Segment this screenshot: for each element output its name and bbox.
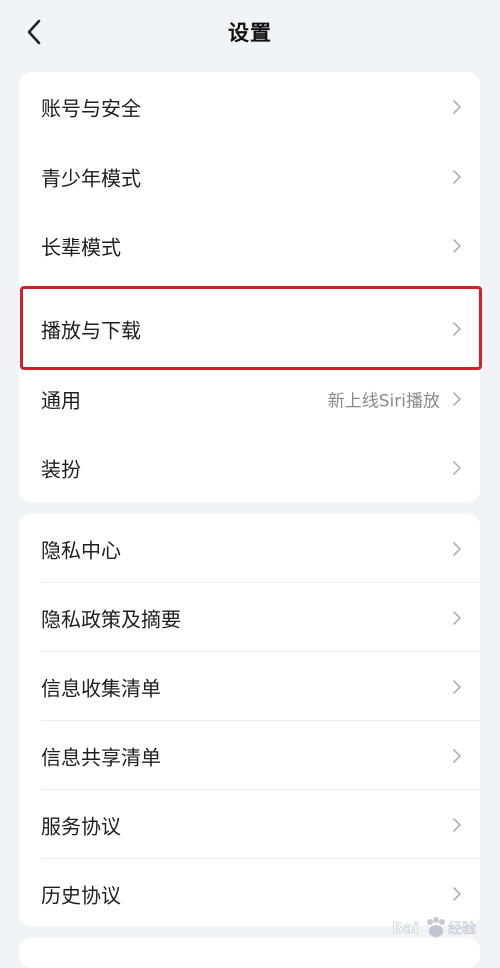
settings-item-privacy-policy[interactable]: 隐私政策及摘要 <box>19 583 480 652</box>
chevron-right-icon <box>453 321 461 336</box>
chevron-right-icon <box>453 817 461 832</box>
settings-item-label: 信息收集清单 <box>41 676 161 700</box>
chevron-right-icon <box>453 748 461 763</box>
chevron-right-icon <box>453 391 461 406</box>
top-bar: 设置 <box>0 0 500 62</box>
settings-group-privacy: 隐私中心 隐私政策及摘要 信息收集清单 信息共享清单 服务协议 历史协议 <box>19 514 480 926</box>
settings-item-teen-mode[interactable]: 青少年模式 <box>19 142 480 211</box>
settings-item-privacy-center[interactable]: 隐私中心 <box>19 514 480 583</box>
chevron-right-icon <box>453 679 461 694</box>
page-title: 设置 <box>228 21 272 45</box>
settings-item-hint: 新上线Siri播放 <box>327 391 440 411</box>
settings-item-playback-download[interactable]: 播放与下载 <box>19 294 480 363</box>
chevron-right-icon <box>453 610 461 625</box>
chevron-right-icon <box>453 541 461 556</box>
chevron-right-icon <box>453 460 461 475</box>
chevron-right-icon <box>453 169 461 184</box>
settings-item-elder-mode[interactable]: 长辈模式 <box>19 211 480 280</box>
settings-item-label: 青少年模式 <box>41 166 141 190</box>
settings-item-label: 服务协议 <box>41 814 121 838</box>
chevron-right-icon <box>453 99 461 114</box>
settings-item-label: 隐私中心 <box>41 538 121 562</box>
chevron-right-icon <box>453 238 461 253</box>
settings-item-service-agreement[interactable]: 服务协议 <box>19 790 480 859</box>
settings-group-account: 账号与安全 青少年模式 长辈模式 播放与下载 通用 新上线Siri播放 装扮 <box>19 72 480 502</box>
settings-item-info-collection[interactable]: 信息收集清单 <box>19 652 480 721</box>
chevron-right-icon <box>453 886 461 901</box>
settings-item-info-sharing[interactable]: 信息共享清单 <box>19 721 480 790</box>
settings-item-label: 历史协议 <box>41 883 121 907</box>
settings-item-label: 信息共享清单 <box>41 745 161 769</box>
settings-item-label: 长辈模式 <box>41 235 121 259</box>
settings-item-label: 装扮 <box>41 457 81 481</box>
settings-item-label: 账号与安全 <box>41 96 141 120</box>
settings-item-account-security[interactable]: 账号与安全 <box>19 72 480 141</box>
settings-item-label: 通用 <box>41 388 81 412</box>
baidu-watermark-logo: Bai 经验 <box>392 917 476 937</box>
svg-text:Bai: Bai <box>392 919 419 937</box>
settings-item-label: 播放与下载 <box>41 318 141 342</box>
settings-item-label: 隐私政策及摘要 <box>41 607 181 631</box>
settings-group-next <box>19 938 480 968</box>
svg-text:经验: 经验 <box>448 921 476 937</box>
settings-item-dressup[interactable]: 装扮 <box>19 433 480 502</box>
settings-item-general[interactable]: 通用 新上线Siri播放 <box>19 364 480 433</box>
